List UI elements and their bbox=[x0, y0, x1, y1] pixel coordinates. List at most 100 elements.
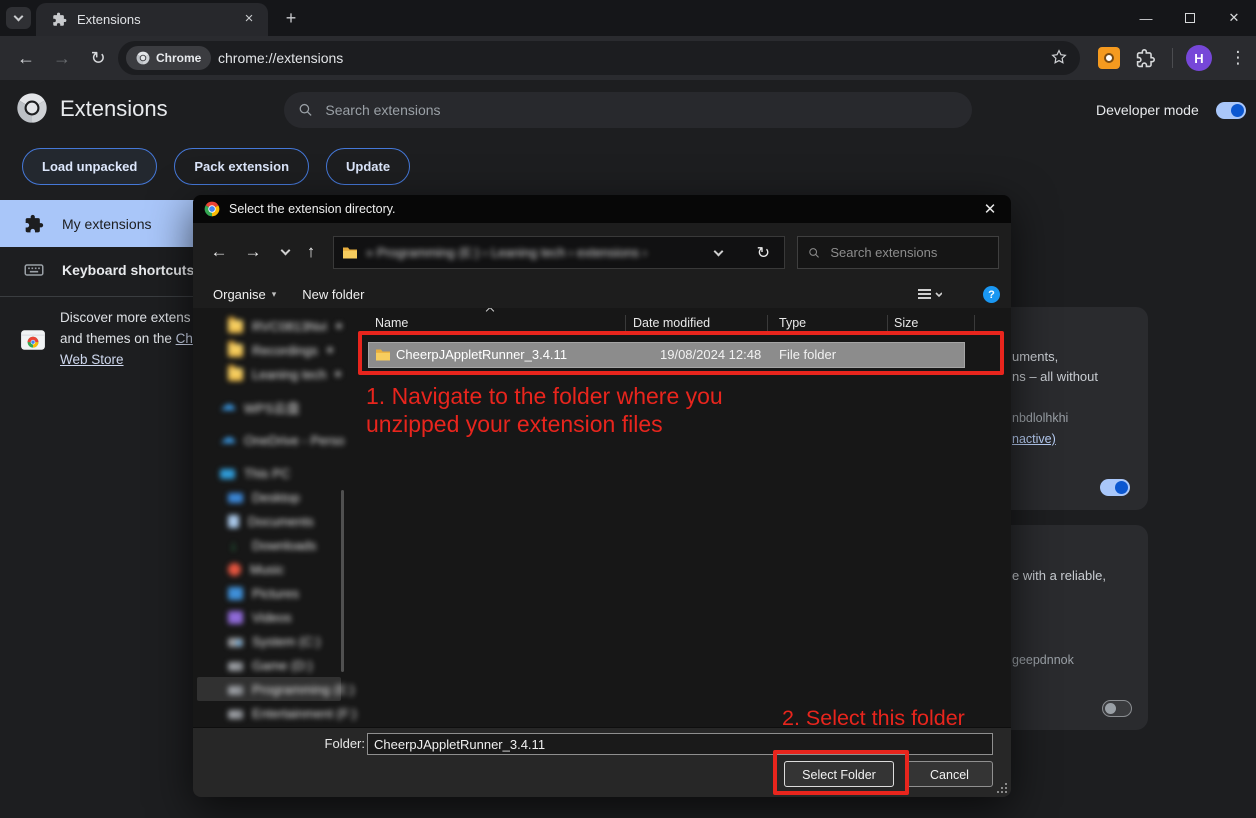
file-row-selected[interactable]: CheerpJAppletRunner_3.4.11 19/08/2024 12… bbox=[368, 342, 965, 368]
dialog-search[interactable] bbox=[797, 236, 999, 269]
resize-grip-icon[interactable] bbox=[1005, 791, 1007, 793]
extension-id: geepdnnok bbox=[1012, 653, 1074, 667]
forward-button[interactable]: → bbox=[46, 36, 78, 80]
tree-item-system-c-[interactable]: System (C:) bbox=[193, 629, 345, 653]
jnlp-glyph bbox=[1104, 53, 1114, 63]
column-separator[interactable] bbox=[887, 315, 888, 331]
chrome-logo-icon bbox=[136, 51, 150, 65]
pack-extension-button[interactable]: Pack extension bbox=[174, 148, 309, 185]
dialog-command-bar: Organise▾ New folder ? bbox=[193, 281, 1011, 308]
developer-mode-toggle[interactable] bbox=[1216, 102, 1246, 119]
folder-name-input[interactable] bbox=[367, 733, 993, 755]
column-header-name[interactable]: Name bbox=[375, 311, 408, 335]
dialog-title: Select the extension directory. bbox=[229, 202, 396, 216]
tree-item-music[interactable]: Music bbox=[193, 557, 345, 581]
tree-item-pictures[interactable]: Pictures bbox=[193, 581, 345, 605]
browser-menu-button[interactable]: ⋮ bbox=[1228, 44, 1248, 72]
dialog-footer: Folder: Select Folder Cancel bbox=[193, 727, 1011, 797]
new-tab-button[interactable]: + bbox=[280, 7, 302, 29]
tree-item-label: Leaning tech bbox=[252, 367, 326, 382]
sidebar-item-label: My extensions bbox=[62, 216, 151, 232]
help-button[interactable]: ? bbox=[983, 286, 1000, 303]
load-unpacked-button[interactable]: Load unpacked bbox=[22, 148, 157, 185]
column-header-date[interactable]: Date modified bbox=[633, 311, 710, 335]
pin-icon bbox=[336, 323, 342, 329]
update-button[interactable]: Update bbox=[326, 148, 410, 185]
webstore-promo-line2: and themes on the Ch bbox=[60, 331, 193, 346]
tree-scrollbar[interactable] bbox=[341, 490, 344, 672]
tree-item-recordings[interactable]: Recordings bbox=[193, 338, 345, 362]
webstore-link-line3[interactable]: Web Store bbox=[60, 352, 124, 367]
page-title: Extensions bbox=[60, 96, 168, 122]
column-header-size[interactable]: Size bbox=[894, 311, 918, 335]
column-separator[interactable] bbox=[974, 315, 975, 331]
breadcrumb[interactable]: » Programming (E:) › Leaning tech › exte… bbox=[333, 236, 785, 269]
tree-item-this-pc[interactable]: This PC bbox=[193, 461, 345, 485]
tab-extensions[interactable]: Extensions × bbox=[36, 3, 268, 36]
jnlp-extension-icon[interactable] bbox=[1098, 47, 1120, 69]
tree-item-label: Programming (E:) bbox=[252, 682, 355, 697]
extension-inactive-link[interactable]: nactive) bbox=[1012, 432, 1056, 446]
bookmark-star-icon[interactable] bbox=[1050, 48, 1068, 66]
tree-item-leaning-tech[interactable]: Leaning tech bbox=[193, 362, 345, 386]
column-separator[interactable] bbox=[767, 315, 768, 331]
dialog-titlebar[interactable]: Select the extension directory. ✕ bbox=[193, 195, 1011, 223]
tree-item-downloads[interactable]: Downloads bbox=[193, 533, 345, 557]
extension-description: e with a reliable, bbox=[1012, 568, 1106, 583]
chevron-down-icon: ▾ bbox=[272, 289, 277, 300]
tree-item-onedrive-perso[interactable]: OneDrive - Perso bbox=[193, 428, 345, 452]
select-folder-button[interactable]: Select Folder bbox=[784, 761, 894, 787]
dialog-close-button[interactable]: ✕ bbox=[969, 195, 1011, 223]
window-controls: — ✕ bbox=[1124, 0, 1256, 36]
url-text[interactable]: chrome://extensions bbox=[218, 41, 343, 75]
minimize-button[interactable]: — bbox=[1124, 0, 1168, 36]
file-type: File folder bbox=[779, 342, 836, 368]
profile-avatar[interactable]: H bbox=[1186, 45, 1212, 71]
organise-button[interactable]: Organise▾ bbox=[213, 287, 276, 302]
reload-button[interactable]: ↻ bbox=[82, 36, 114, 80]
up-button[interactable]: ↑ bbox=[297, 238, 325, 266]
chrome-logo-icon bbox=[204, 201, 220, 217]
tab-search-button[interactable] bbox=[6, 7, 31, 29]
dialog-search-input[interactable] bbox=[828, 244, 988, 261]
chevron-down-icon bbox=[14, 12, 24, 22]
tree-item-game-d-[interactable]: Game (D:) bbox=[193, 653, 345, 677]
tree-item-documents[interactable]: Documents bbox=[193, 509, 345, 533]
tree-item-rvc0813nvi[interactable]: RVC0813Nvi bbox=[193, 314, 345, 338]
extension-toggle[interactable] bbox=[1102, 700, 1132, 717]
folder-field-label: Folder: bbox=[321, 736, 365, 751]
tree-item-desktop[interactable]: Desktop bbox=[193, 485, 345, 509]
column-header-type[interactable]: Type bbox=[779, 311, 806, 335]
back-button[interactable]: ← bbox=[10, 36, 42, 80]
new-folder-button[interactable]: New folder bbox=[302, 287, 364, 302]
tree-item-programming-e-[interactable]: Programming (E:) bbox=[197, 677, 341, 701]
address-bar[interactable]: Chrome chrome://extensions bbox=[118, 41, 1080, 75]
refresh-icon[interactable]: ↻ bbox=[757, 243, 770, 263]
recent-locations-button[interactable] bbox=[271, 238, 299, 266]
keyboard-icon bbox=[24, 260, 44, 280]
puzzle-icon bbox=[52, 12, 67, 27]
view-options-button[interactable] bbox=[916, 287, 942, 303]
maximize-button[interactable] bbox=[1168, 0, 1212, 36]
pin-icon bbox=[327, 347, 333, 353]
extensions-search-input[interactable] bbox=[323, 101, 958, 119]
drive-icon bbox=[228, 662, 243, 671]
extensions-puzzle-icon[interactable] bbox=[1136, 49, 1155, 68]
forward-button[interactable]: → bbox=[239, 238, 267, 266]
webstore-link[interactable]: Ch bbox=[176, 331, 193, 346]
extension-toggle[interactable] bbox=[1100, 479, 1130, 496]
extensions-actions: Load unpacked Pack extension Update bbox=[22, 148, 410, 185]
tab-close-button[interactable]: × bbox=[240, 11, 258, 29]
extensions-search[interactable] bbox=[284, 92, 972, 128]
tree-item-videos[interactable]: Videos bbox=[193, 605, 345, 629]
drive-icon bbox=[228, 686, 243, 695]
tree-item-entertainment-f-[interactable]: Entertainment (F:) bbox=[193, 701, 345, 725]
column-separator[interactable] bbox=[625, 315, 626, 331]
dialog-body: RVC0813NviRecordings Leaning tech WPS云盘 One… bbox=[193, 308, 1011, 727]
folder-icon bbox=[228, 368, 243, 381]
breadcrumb-dropdown-icon[interactable] bbox=[714, 246, 724, 256]
close-window-button[interactable]: ✕ bbox=[1212, 0, 1256, 36]
tree-item-wps-[interactable]: WPS云盘 bbox=[193, 395, 345, 419]
cancel-button[interactable]: Cancel bbox=[906, 761, 993, 787]
back-button[interactable]: ← bbox=[205, 238, 233, 266]
